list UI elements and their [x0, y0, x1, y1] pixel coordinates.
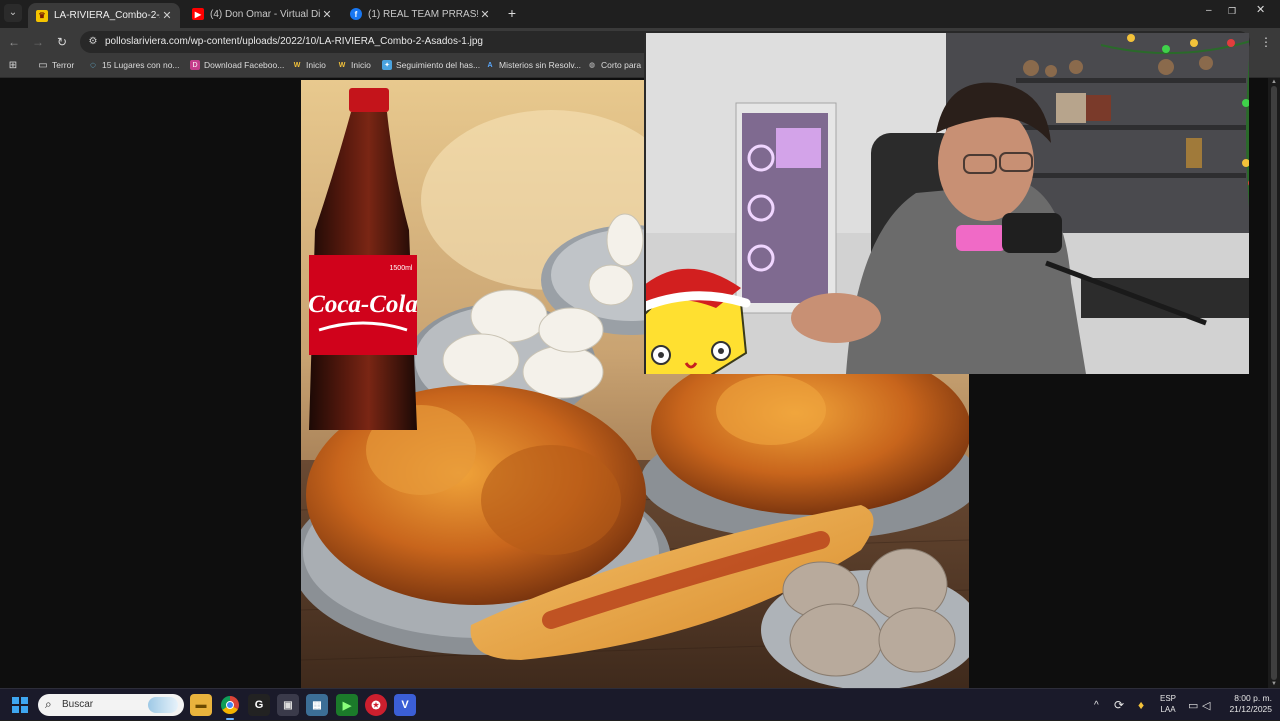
- webcam-overlay: [644, 33, 1249, 374]
- tab-title: (4) Don Omar - Virtual Diva - Yo: [210, 8, 320, 20]
- bookmark-item[interactable]: ▭ Terror: [38, 59, 75, 71]
- scrollbar-thumb[interactable]: [1271, 86, 1277, 680]
- g-app-icon[interactable]: G: [248, 694, 270, 716]
- scroll-up-icon[interactable]: ▲: [1270, 79, 1278, 85]
- bookmark-label: 15 Lugares con no...: [102, 60, 180, 70]
- clock-date: 21/12/2025: [1229, 704, 1272, 714]
- bookmark-label: Download Faceboo...: [204, 60, 285, 70]
- pollos-favicon-icon: ♛: [36, 9, 48, 22]
- search-highlight-icon: [148, 697, 178, 713]
- back-icon[interactable]: ←: [6, 34, 22, 50]
- webcam-scene-illustration: [646, 33, 1249, 374]
- forward-icon[interactable]: →: [30, 34, 46, 50]
- bookmark-item[interactable]: ◍ Corto para: [587, 60, 641, 70]
- w-site-icon: W: [293, 61, 301, 69]
- youtube-icon: ▶: [192, 8, 204, 20]
- bookmark-item[interactable]: A Misterios sin Resolv...: [485, 60, 581, 70]
- bookmark-item[interactable]: D Download Faceboo...: [190, 60, 284, 70]
- windows-start-icon[interactable]: [12, 697, 28, 713]
- tab-youtube[interactable]: ▶ (4) Don Omar - Virtual Diva - Yo ✕: [184, 3, 340, 25]
- scroll-down-icon[interactable]: ▼: [1270, 681, 1278, 687]
- facebook-icon: f: [350, 8, 362, 20]
- tab-title: (1) REAL TEAM PRRAS! | Facebo: [368, 8, 478, 20]
- bottle-volume-text: 1500ml: [390, 265, 413, 272]
- scrollbar[interactable]: ▲ ▼: [1268, 78, 1280, 688]
- microphone-icon[interactable]: ♦: [1138, 689, 1144, 721]
- language-indicator[interactable]: ESP LAA: [1154, 693, 1182, 715]
- tab-facebook[interactable]: f (1) REAL TEAM PRRAS! | Facebo ✕: [342, 3, 498, 25]
- w-site-icon: W: [338, 61, 346, 69]
- grid-icon: ⊞: [8, 59, 18, 71]
- bookmark-label: Inicio: [306, 60, 326, 70]
- windows-taskbar: ⌕ Buscar ▬ G ▣ ▦ ▶ ✪ V ^ ⟳ ♦ ESP LAA ▭ ◁…: [0, 688, 1280, 720]
- reload-icon[interactable]: ↻: [54, 34, 70, 50]
- close-tab-icon[interactable]: ✕: [478, 8, 492, 21]
- volume-icon[interactable]: ◁: [1202, 689, 1210, 721]
- network-icon[interactable]: ▭: [1188, 689, 1198, 721]
- a-site-icon: A: [487, 61, 493, 69]
- tab-title: LA-RIVIERA_Combo-2-Asados-: [54, 10, 160, 21]
- bookmark-item[interactable]: W Inicio: [292, 60, 326, 70]
- bookmark-label: Corto para: [601, 60, 642, 70]
- chrome-logo: [221, 696, 239, 714]
- close-window-icon[interactable]: ✕: [1256, 4, 1268, 16]
- taskbar-search-box[interactable]: ⌕ Buscar: [38, 694, 184, 716]
- bookmark-item[interactable]: ✦ Seguimiento del has...: [382, 60, 480, 70]
- close-tab-icon[interactable]: ✕: [160, 9, 174, 22]
- tab-la-riviera[interactable]: ♛ LA-RIVIERA_Combo-2-Asados- ✕: [28, 3, 180, 28]
- globe-icon: ◍: [588, 62, 596, 69]
- search-icon: ⌕: [45, 697, 52, 711]
- address-url[interactable]: polloslariviera.com/wp-content/uploads/2…: [105, 36, 483, 47]
- tray-overflow-icon[interactable]: ^: [1094, 689, 1099, 721]
- apps-grid-icon[interactable]: ⊞: [8, 59, 22, 71]
- tab-search-menu-button[interactable]: ⌄: [4, 4, 22, 22]
- calculator-icon[interactable]: ▦: [306, 694, 328, 716]
- bookmark-label: Seguimiento del has...: [396, 60, 481, 70]
- restore-icon[interactable]: ❐: [1228, 5, 1240, 17]
- media-app-icon[interactable]: ▶: [336, 694, 358, 716]
- v-app-icon[interactable]: V: [394, 694, 416, 716]
- tab-strip: ⌄ ♛ LA-RIVIERA_Combo-2-Asados- ✕ ▶ (4) D…: [0, 0, 1280, 28]
- folder-icon: ▭: [38, 59, 48, 71]
- clock-time: 8:00 p. m.: [1234, 693, 1272, 703]
- minimize-icon[interactable]: –: [1206, 6, 1216, 16]
- bottle-brand-text: Coca-Cola: [308, 291, 418, 318]
- new-tab-button[interactable]: +: [504, 5, 520, 21]
- bookmark-item[interactable]: ◌ 15 Lugares con no...: [88, 59, 180, 71]
- browser-menu-icon[interactable]: ⋮: [1258, 34, 1274, 50]
- chat-icon: ◌: [90, 59, 96, 71]
- bookmark-label: Inicio: [351, 60, 371, 70]
- download-site-icon: D: [190, 60, 200, 70]
- search-placeholder: Buscar: [62, 699, 94, 710]
- language-top: ESP: [1159, 694, 1176, 703]
- bookmark-item[interactable]: W Inicio: [337, 60, 371, 70]
- chrome-icon[interactable]: [219, 694, 241, 720]
- close-tab-icon[interactable]: ✕: [320, 8, 334, 21]
- taskbar-clock[interactable]: 8:00 p. m. 21/12/2025: [1218, 693, 1272, 715]
- site-info-icon[interactable]: ⚙: [86, 35, 100, 49]
- bookmark-label: Terror: [52, 60, 75, 70]
- capture-app-icon[interactable]: ▣: [277, 694, 299, 716]
- bookmark-label: Misterios sin Resolv...: [499, 60, 582, 70]
- tracking-icon: ✦: [382, 60, 392, 70]
- red-app-icon[interactable]: ✪: [365, 694, 387, 716]
- language-bottom: LAA: [1160, 705, 1176, 714]
- sync-icon[interactable]: ⟳: [1114, 689, 1124, 721]
- file-explorer-icon[interactable]: ▬: [190, 694, 212, 716]
